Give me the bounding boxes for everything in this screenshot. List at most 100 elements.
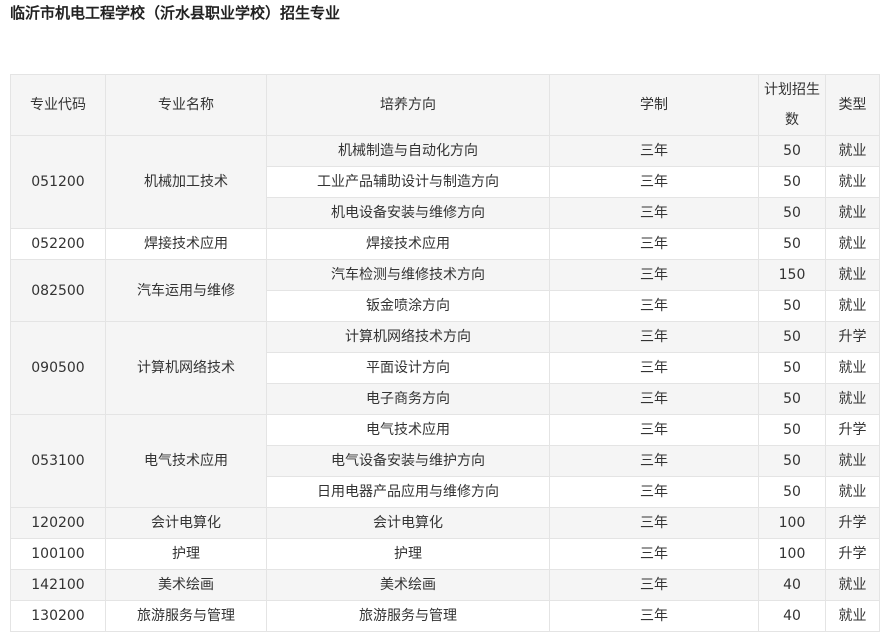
type-cell: 就业 xyxy=(825,166,880,198)
plan-cell: 50 xyxy=(758,476,826,508)
duration-cell: 三年 xyxy=(549,383,759,415)
plan-cell: 50 xyxy=(758,135,826,167)
table-header-row: 专业代码 专业名称 培养方向 学制 计划招生数 类型 xyxy=(10,74,880,136)
header-name: 专业名称 xyxy=(105,74,267,136)
type-cell: 升学 xyxy=(825,507,880,539)
plan-cell: 50 xyxy=(758,414,826,446)
type-cell: 升学 xyxy=(825,321,880,353)
major-code-cell: 142100 xyxy=(10,569,106,601)
header-code: 专业代码 xyxy=(10,74,106,136)
header-duration: 学制 xyxy=(549,74,759,136)
duration-cell: 三年 xyxy=(549,197,759,229)
table-row: 130200 旅游服务与管理 旅游服务与管理 三年 40 就业 xyxy=(10,600,880,632)
duration-cell: 三年 xyxy=(549,507,759,539)
page-title: 临沂市机电工程学校（沂水县职业学校）招生专业 xyxy=(10,4,341,22)
duration-cell: 三年 xyxy=(549,569,759,601)
table-row: 142100 美术绘画 美术绘画 三年 40 就业 xyxy=(10,569,880,601)
type-cell: 就业 xyxy=(825,569,880,601)
direction-cell: 计算机网络技术方向 xyxy=(266,321,550,353)
type-cell: 就业 xyxy=(825,135,880,167)
duration-cell: 三年 xyxy=(549,290,759,322)
table-row: 082500 汽车运用与维修 汽车检测与维修技术方向 三年 150 就业 xyxy=(10,259,880,322)
plan-cell: 50 xyxy=(758,290,826,322)
direction-cell: 日用电器产品应用与维修方向 xyxy=(266,476,550,508)
direction-cell: 会计电算化 xyxy=(266,507,550,539)
type-cell: 就业 xyxy=(825,259,880,291)
direction-cell: 钣金喷涂方向 xyxy=(266,290,550,322)
plan-cell: 50 xyxy=(758,321,826,353)
plan-cell: 100 xyxy=(758,538,826,570)
table-row: 120200 会计电算化 会计电算化 三年 100 升学 xyxy=(10,507,880,539)
direction-cell: 电气设备安装与维护方向 xyxy=(266,445,550,477)
major-name-cell: 焊接技术应用 xyxy=(105,228,267,260)
table-row: 090500 计算机网络技术 计算机网络技术方向 三年 50 升学 xyxy=(10,321,880,415)
major-code-cell: 100100 xyxy=(10,538,106,570)
major-name-cell: 机械加工技术 xyxy=(105,135,267,229)
major-name-cell: 护理 xyxy=(105,538,267,570)
major-code-cell: 082500 xyxy=(10,259,106,322)
major-code-cell: 053100 xyxy=(10,414,106,508)
duration-cell: 三年 xyxy=(549,538,759,570)
major-name-cell: 美术绘画 xyxy=(105,569,267,601)
major-name-cell: 旅游服务与管理 xyxy=(105,600,267,632)
duration-cell: 三年 xyxy=(549,414,759,446)
direction-cell: 焊接技术应用 xyxy=(266,228,550,260)
duration-cell: 三年 xyxy=(549,166,759,198)
table-row: 100100 护理 护理 三年 100 升学 xyxy=(10,538,880,570)
direction-cell: 平面设计方向 xyxy=(266,352,550,384)
duration-cell: 三年 xyxy=(549,228,759,260)
direction-cell: 机械制造与自动化方向 xyxy=(266,135,550,167)
type-cell: 升学 xyxy=(825,414,880,446)
duration-cell: 三年 xyxy=(549,352,759,384)
type-cell: 就业 xyxy=(825,445,880,477)
table-row: 051200 机械加工技术 机械制造与自动化方向 三年 50 就业 xyxy=(10,135,880,229)
majors-table: 专业代码 专业名称 培养方向 学制 计划招生数 类型 051200 机械加工技术机… xyxy=(10,74,880,632)
type-cell: 就业 xyxy=(825,352,880,384)
plan-cell: 100 xyxy=(758,507,826,539)
header-direction: 培养方向 xyxy=(266,74,550,136)
duration-cell: 三年 xyxy=(549,135,759,167)
duration-cell: 三年 xyxy=(549,321,759,353)
plan-cell: 150 xyxy=(758,259,826,291)
major-code-cell: 051200 xyxy=(10,135,106,229)
plan-cell: 50 xyxy=(758,352,826,384)
major-code-cell: 130200 xyxy=(10,600,106,632)
table-row: 053100 电气技术应用 电气技术应用 三年 50 升学 xyxy=(10,414,880,508)
major-name-cell: 汽车运用与维修 xyxy=(105,259,267,322)
duration-cell: 三年 xyxy=(549,445,759,477)
type-cell: 就业 xyxy=(825,197,880,229)
type-cell: 就业 xyxy=(825,476,880,508)
plan-cell: 50 xyxy=(758,228,826,260)
major-code-cell: 052200 xyxy=(10,228,106,260)
header-plan: 计划招生数 xyxy=(758,74,826,136)
duration-cell: 三年 xyxy=(549,259,759,291)
plan-cell: 40 xyxy=(758,569,826,601)
direction-cell: 旅游服务与管理 xyxy=(266,600,550,632)
major-code-cell: 090500 xyxy=(10,321,106,415)
major-name-cell: 电气技术应用 xyxy=(105,414,267,508)
direction-cell: 美术绘画 xyxy=(266,569,550,601)
plan-cell: 50 xyxy=(758,166,826,198)
direction-cell: 电子商务方向 xyxy=(266,383,550,415)
major-name-cell: 计算机网络技术 xyxy=(105,321,267,415)
direction-cell: 电气技术应用 xyxy=(266,414,550,446)
duration-cell: 三年 xyxy=(549,600,759,632)
major-code-cell: 120200 xyxy=(10,507,106,539)
direction-cell: 汽车检测与维修技术方向 xyxy=(266,259,550,291)
major-name-cell: 会计电算化 xyxy=(105,507,267,539)
plan-cell: 50 xyxy=(758,445,826,477)
table-body: 051200 机械加工技术 机械制造与自动化方向 三年 50 就业 工业产品辅助设计与制造方… xyxy=(10,135,880,632)
header-type: 类型 xyxy=(825,74,880,136)
type-cell: 就业 xyxy=(825,600,880,632)
direction-cell: 机电设备安装与维修方向 xyxy=(266,197,550,229)
type-cell: 就业 xyxy=(825,290,880,322)
plan-cell: 50 xyxy=(758,197,826,229)
type-cell: 就业 xyxy=(825,383,880,415)
duration-cell: 三年 xyxy=(549,476,759,508)
table-row: 052200 焊接技术应用 焊接技术应用 三年 50 就业 xyxy=(10,228,880,260)
direction-cell: 工业产品辅助设计与制造方向 xyxy=(266,166,550,198)
type-cell: 就业 xyxy=(825,228,880,260)
plan-cell: 40 xyxy=(758,600,826,632)
plan-cell: 50 xyxy=(758,383,826,415)
direction-cell: 护理 xyxy=(266,538,550,570)
